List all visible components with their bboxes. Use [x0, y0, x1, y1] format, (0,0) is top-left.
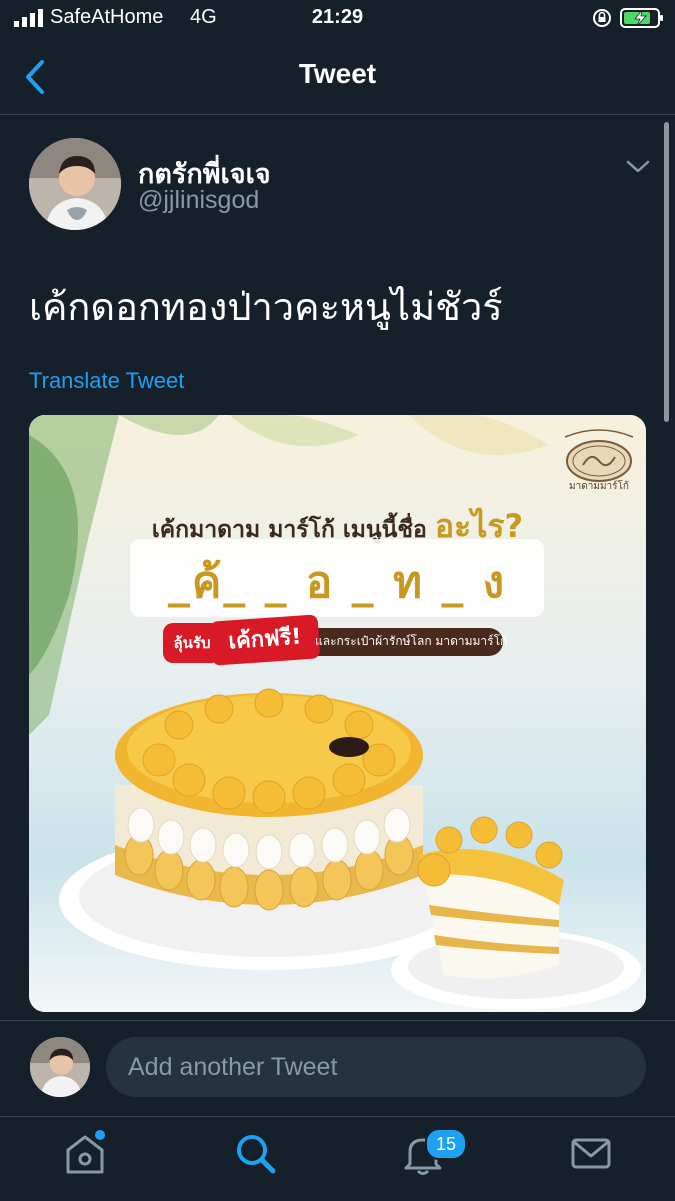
cake-illustration: [59, 688, 641, 1010]
tweet-text: เค้กดอกทองป่าวคะหนูไม่ชัวร์: [29, 287, 503, 329]
notifications-badge: 15: [425, 1128, 467, 1160]
reply-avatar-image: [30, 1037, 90, 1097]
search-icon[interactable]: [230, 1128, 280, 1178]
avatar-image: [29, 138, 121, 230]
status-time: 21:29: [311, 6, 364, 28]
puzzle-text: _ค้_ _ อ _ ท _ ง: [167, 557, 507, 608]
mail-icon[interactable]: [566, 1128, 616, 1178]
handle[interactable]: @jjlinisgod: [138, 186, 259, 215]
translate-tweet-link[interactable]: Translate Tweet: [29, 368, 184, 394]
prize-main: เค้กฟรี!: [209, 614, 321, 666]
status-bar: SafeAtHome 4G 21:29: [0, 0, 675, 40]
puzzle-box: _ค้_ _ อ _ ท _ ง: [130, 539, 544, 617]
reply-input[interactable]: [106, 1037, 646, 1097]
avatar[interactable]: [29, 138, 121, 230]
tweet-media[interactable]: มาดามมาร์โก้ เค้กมาดาม มาร์โก้ เมนูนี้ชื…: [29, 415, 646, 1012]
chevron-down-icon[interactable]: [625, 158, 651, 176]
nav-bar: Tweet: [0, 40, 675, 115]
logo-caption: มาดามมาร์โก้: [569, 481, 629, 492]
battery-charging-icon: [620, 8, 663, 28]
prize-details: และกระเป๋าผ้ารักษ์โลก มาดามมาร์โก้: [315, 634, 508, 648]
page-title: Tweet: [298, 58, 377, 89]
scrollbar[interactable]: [664, 122, 669, 422]
orientation-lock-icon: [593, 9, 611, 27]
home-new-dot: [95, 1130, 105, 1140]
reply-avatar[interactable]: [30, 1037, 90, 1097]
